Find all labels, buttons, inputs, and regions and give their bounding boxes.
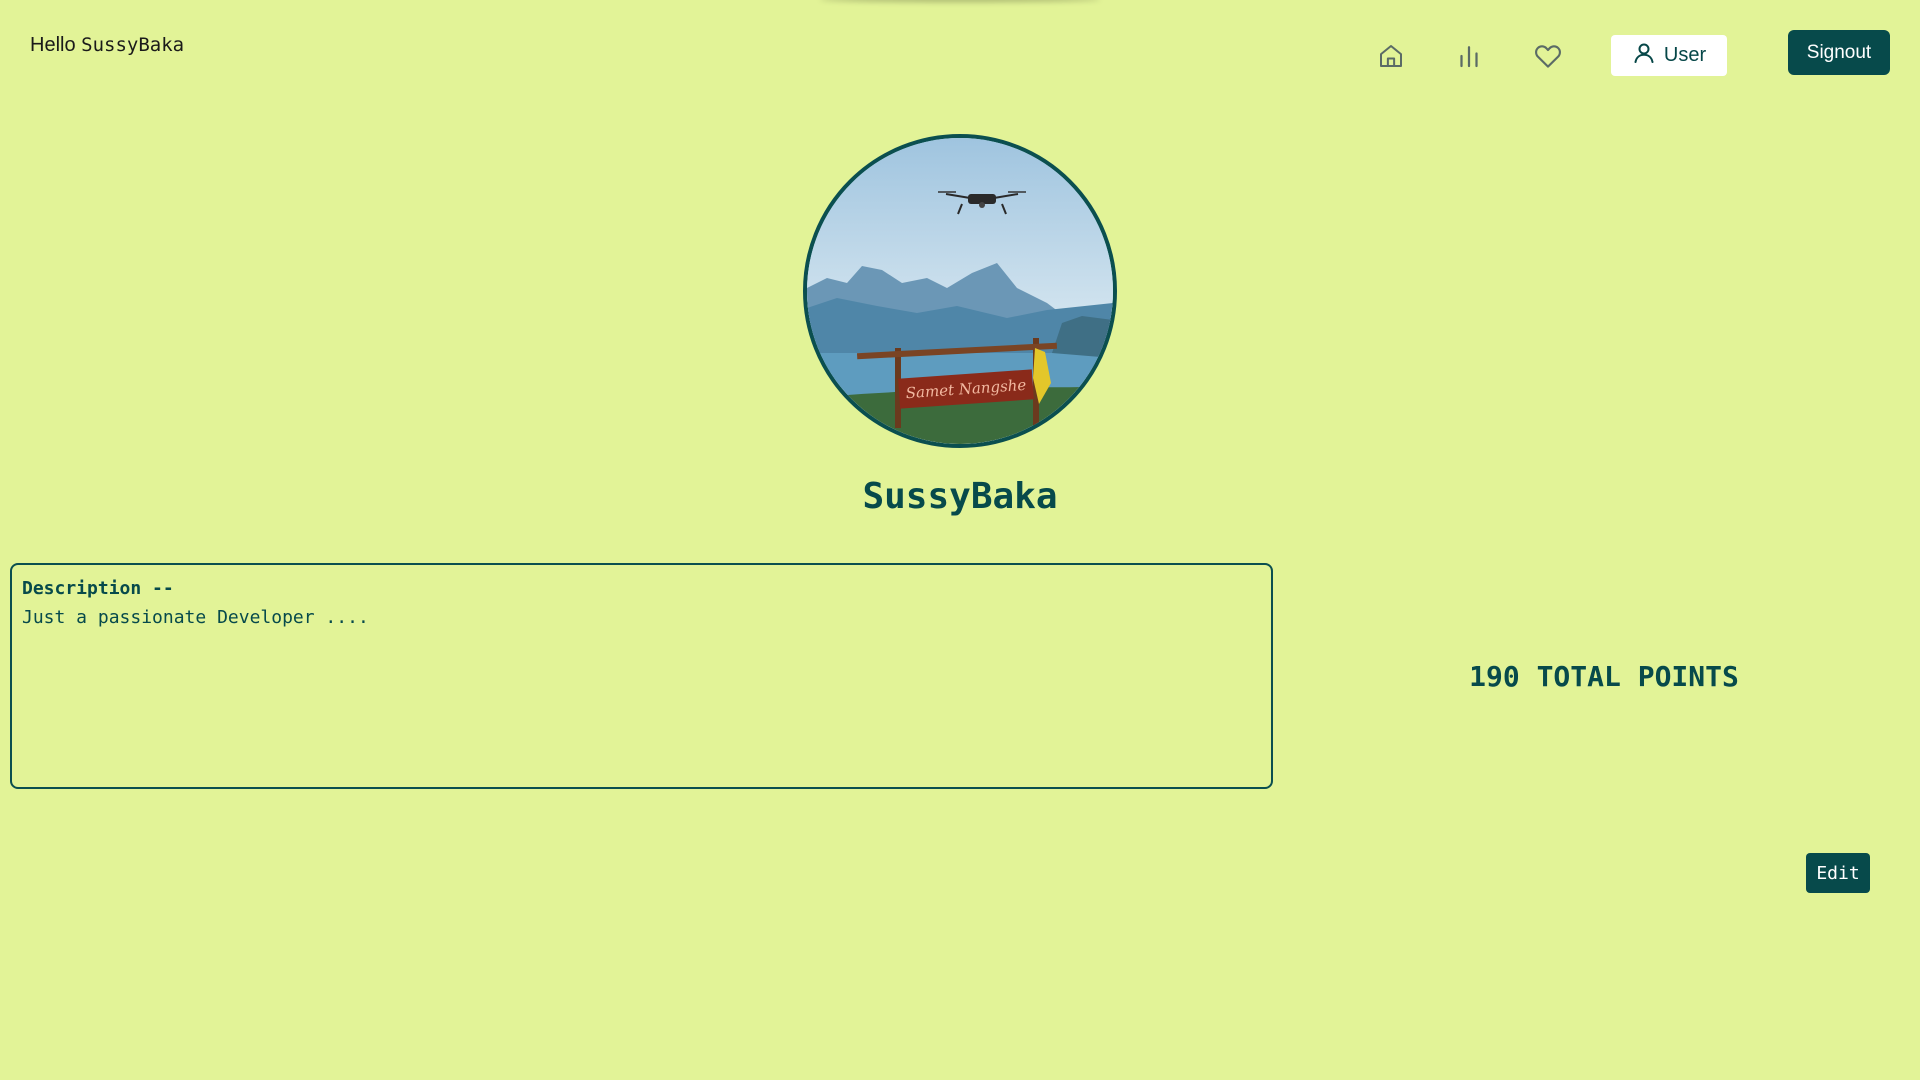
- leaderboard-icon[interactable]: [1451, 38, 1487, 74]
- total-points: 190 TOTAL POINTS: [1469, 660, 1739, 693]
- user-icon: [1632, 41, 1656, 71]
- user-button-label: User: [1663, 44, 1707, 66]
- home-icon[interactable]: [1373, 38, 1409, 74]
- avatar: Samet Nangshe: [803, 134, 1117, 448]
- description-box: Description -- Just a passionate Develop…: [10, 563, 1273, 789]
- heart-icon[interactable]: [1530, 38, 1566, 74]
- signout-button[interactable]: Signout: [1788, 30, 1890, 75]
- greeting-username: SussyBaka: [81, 34, 185, 56]
- description-heading: Description --: [22, 578, 174, 599]
- greeting: Hello SussyBaka: [30, 34, 184, 57]
- profile-name: SussyBaka: [862, 476, 1058, 517]
- greeting-prefix: Hello: [30, 34, 76, 56]
- description-text: Just a passionate Developer ....: [22, 607, 369, 628]
- user-button[interactable]: User: [1611, 35, 1727, 76]
- edit-button[interactable]: Edit: [1806, 853, 1870, 893]
